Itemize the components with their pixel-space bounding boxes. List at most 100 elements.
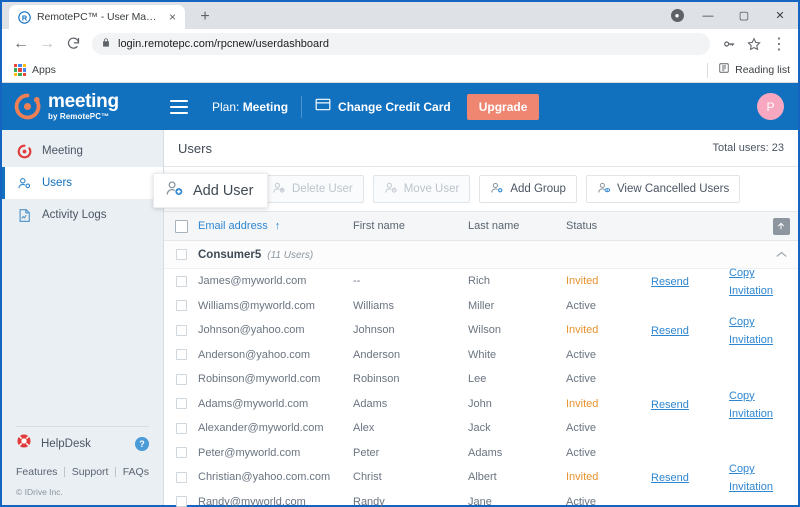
status-badge: Active <box>566 373 596 386</box>
browser-menu-icon[interactable]: ⋮ <box>767 32 791 56</box>
column-header-email[interactable]: Email address ↑ <box>198 220 353 232</box>
table-row[interactable]: Johnson@yahoo.com Johnson Wilson Invited Res… <box>164 316 798 346</box>
group-row[interactable]: Consumer5 (11 Users) <box>164 241 798 269</box>
resend-link[interactable]: Resend <box>651 399 689 411</box>
export-upload-icon[interactable] <box>772 217 790 235</box>
link-support[interactable]: Support <box>72 466 109 478</box>
reading-list-icon <box>718 61 730 79</box>
copy-invitation-link[interactable]: Copy Invitation <box>729 316 773 346</box>
maximize-button[interactable]: ▢ <box>726 2 762 29</box>
table-row[interactable]: James@myworld.com -- Rich Invited Resend Copy… <box>164 267 798 297</box>
user-avatar[interactable]: P <box>757 93 784 120</box>
row-checkbox[interactable] <box>175 349 187 361</box>
cell-last-name: Jane <box>468 495 492 507</box>
cell-copy-invitation: Copy Invitation <box>729 312 773 348</box>
link-features[interactable]: Features <box>16 466 57 478</box>
table-row[interactable]: Williams@myworld.com Williams Miller Active <box>164 294 798 319</box>
table-row[interactable]: Alexander@myworld.com Alex Jack Active <box>164 416 798 441</box>
delete-user-button[interactable]: Delete User <box>261 175 364 203</box>
row-checkbox[interactable] <box>175 373 187 385</box>
page-header: Users Total users: 23 <box>164 130 798 167</box>
link-faqs[interactable]: FAQs <box>123 466 149 478</box>
column-header-last-name[interactable]: Last name <box>468 220 566 232</box>
table-row[interactable]: Randy@myworld.com Randy Jane Active <box>164 490 798 507</box>
resend-link[interactable]: Resend <box>651 276 689 288</box>
resend-link[interactable]: Resend <box>651 325 689 337</box>
hamburger-menu-icon[interactable] <box>170 99 188 114</box>
group-collapse-cell <box>764 249 798 260</box>
cell-email: Williams@myworld.com <box>198 299 315 312</box>
lock-icon <box>101 35 111 53</box>
row-checkbox[interactable] <box>175 398 187 410</box>
copy-invitation-link[interactable]: Copy Invitation <box>729 463 773 493</box>
add-user-button[interactable]: Add User <box>153 173 269 208</box>
table-header-row: Email address ↑ First name Last name Sta… <box>164 211 798 241</box>
svg-text:R: R <box>22 13 28 22</box>
copy-invitation-link[interactable]: Copy Invitation <box>729 267 773 297</box>
row-checkbox-cell <box>164 373 198 385</box>
row-checkbox[interactable] <box>175 447 187 459</box>
resend-link[interactable]: Resend <box>651 472 689 484</box>
view-cancelled-users-button[interactable]: View Cancelled Users <box>585 175 741 203</box>
helpdesk-button[interactable]: HelpDesk ? <box>16 426 149 456</box>
add-group-button[interactable]: Add Group <box>479 175 577 203</box>
apps-shortcut[interactable]: Apps <box>10 64 60 76</box>
sidebar-item-activity-logs[interactable]: Activity Logs <box>2 199 163 231</box>
table-row[interactable]: Anderson@yahoo.com Anderson White Active <box>164 343 798 368</box>
row-checkbox[interactable] <box>175 275 187 287</box>
reading-list-button[interactable]: Reading list <box>707 61 790 79</box>
row-checkbox[interactable] <box>175 422 187 434</box>
sidebar-item-users[interactable]: Users <box>2 167 163 199</box>
table-row[interactable]: Adams@myworld.com Adams John Invited Resend C… <box>164 390 798 420</box>
credit-card-icon <box>315 98 331 116</box>
close-icon[interactable]: × <box>166 10 179 24</box>
view-cancelled-users-label: View Cancelled Users <box>616 183 730 195</box>
group-user-count: (11 Users) <box>267 249 314 261</box>
forward-icon[interactable]: → <box>35 32 59 56</box>
row-checkbox[interactable] <box>175 496 187 507</box>
plan-value: Meeting <box>242 99 289 114</box>
cell-first-name: Alex <box>353 422 375 435</box>
column-header-first-name[interactable]: First name <box>353 220 468 232</box>
table-row[interactable]: Christian@yahoo.com.com Christ Albert Invit… <box>164 463 798 493</box>
key-icon[interactable] <box>717 32 741 56</box>
table-row[interactable]: Robinson@myworld.com Robinson Lee Active <box>164 367 798 392</box>
row-checkbox-cell <box>164 300 198 312</box>
profile-avatar-icon[interactable]: ● <box>664 2 690 29</box>
new-tab-button[interactable]: + <box>194 6 216 28</box>
app-body: Meeting Users Activity Logs HelpDesk ? F… <box>2 130 798 507</box>
cell-email: Christian@yahoo.com.com <box>198 471 331 484</box>
row-checkbox[interactable] <box>175 300 187 312</box>
add-user-icon <box>165 179 184 203</box>
table-row[interactable]: Peter@myworld.com Peter Adams Active <box>164 441 798 466</box>
row-checkbox[interactable] <box>175 324 187 336</box>
move-user-button[interactable]: Move User <box>372 175 471 203</box>
row-checkbox[interactable] <box>175 471 187 483</box>
select-all-checkbox[interactable] <box>174 219 188 233</box>
minimize-button[interactable]: — <box>690 2 726 29</box>
column-header-status[interactable]: Status <box>566 220 651 232</box>
cell-last-name: John <box>468 397 492 410</box>
sidebar-item-meeting[interactable]: Meeting <box>2 135 163 167</box>
cell-resend: Resend <box>651 468 729 486</box>
window-close-button[interactable]: ✕ <box>762 2 798 29</box>
address-bar[interactable]: login.remotepc.com/rpcnew/userdashboard <box>92 32 710 55</box>
view-cancelled-users-icon <box>597 181 611 198</box>
plan-prefix: Plan: <box>212 99 243 114</box>
app-header: meeting by RemotePC™ Plan: Meeting Chang… <box>2 83 798 130</box>
copy-invitation-link[interactable]: Copy Invitation <box>729 390 773 420</box>
browser-tab[interactable]: R RemotePC™ - User Management × <box>9 5 185 29</box>
back-icon[interactable]: ← <box>9 32 33 56</box>
cell-email: Johnson@yahoo.com <box>198 324 305 337</box>
upgrade-button[interactable]: Upgrade <box>466 93 540 120</box>
chevron-up-icon[interactable] <box>775 249 787 260</box>
help-badge-icon[interactable]: ? <box>135 436 149 451</box>
row-checkbox-cell <box>164 275 198 287</box>
star-icon[interactable] <box>742 32 766 56</box>
browser-window: R RemotePC™ - User Management × + ● — ▢ … <box>0 0 800 507</box>
app-logo[interactable]: meeting by RemotePC™ <box>2 92 162 121</box>
status-badge: Active <box>566 422 596 435</box>
reload-icon[interactable] <box>61 32 85 56</box>
group-checkbox[interactable] <box>175 249 187 260</box>
change-credit-card-button[interactable]: Change Credit Card <box>315 98 451 116</box>
